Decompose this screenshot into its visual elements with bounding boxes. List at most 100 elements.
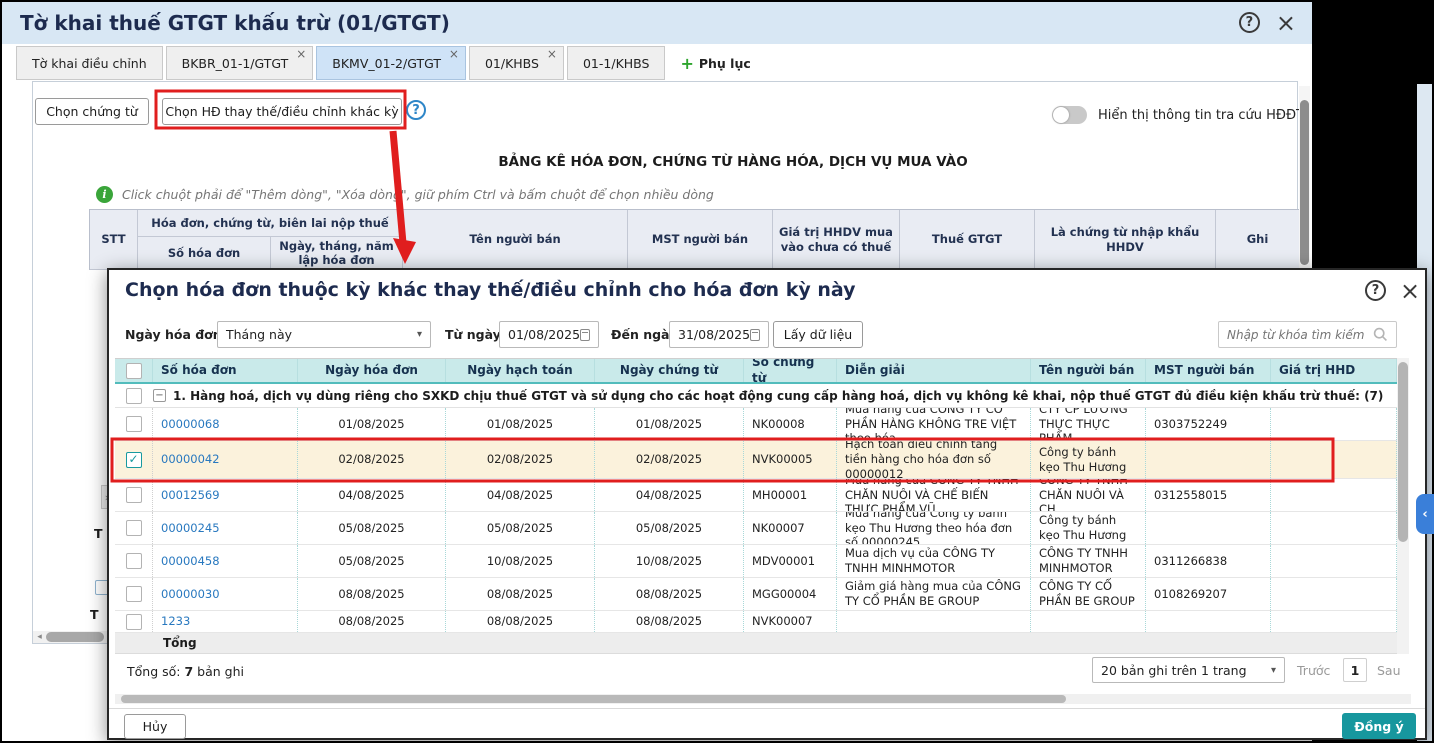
posting-date-cell: 10/08/2025 — [446, 545, 595, 577]
invoice-row[interactable]: 1233 08/08/2025 08/08/2025 08/08/2025 NV… — [115, 611, 1397, 633]
tab[interactable]: Tờ khai điều chỉnh — [16, 46, 163, 80]
invoice-row[interactable]: 00000030 08/08/2025 08/08/2025 08/08/202… — [115, 578, 1397, 611]
modal-vertical-scrollbar[interactable] — [1397, 358, 1409, 654]
modal-vertical-scrollbar-thumb[interactable] — [1398, 362, 1408, 542]
einvoice-lookup-toggle-label: Hiển thị thông tin tra cứu HĐĐT — [1098, 108, 1304, 123]
tab[interactable]: 01-1/KHBS — [567, 46, 665, 80]
window-titlebar: Tờ khai thuế GTGT khấu trừ (01/GTGT) ? × — [2, 2, 1312, 44]
select-all-checkbox[interactable] — [126, 363, 142, 379]
calendar-icon[interactable] — [750, 329, 760, 341]
load-data-button[interactable]: Lấy dữ liệu — [773, 321, 863, 348]
feature-help-icon[interactable]: ? — [406, 100, 426, 120]
tabs: Tờ khai điều chỉnh BKBR_01-1/GTGT × BKMV… — [16, 46, 668, 80]
close-icon[interactable]: × — [1276, 13, 1296, 33]
horizontal-scrollbar[interactable]: ◂ — [33, 631, 109, 643]
tax-code-cell — [1146, 512, 1271, 544]
clipped-text-fragment: T — [94, 526, 103, 541]
tab-close-icon[interactable]: × — [449, 48, 459, 60]
row-checkbox[interactable] — [126, 586, 142, 602]
invoice-row[interactable]: 00000458 05/08/2025 10/08/2025 10/08/202… — [115, 545, 1397, 578]
period-select[interactable]: Tháng này ▾ — [217, 321, 431, 348]
toggle-knob — [1053, 107, 1069, 123]
invoice-number-link[interactable]: 00000030 — [161, 587, 220, 602]
invoice-date-cell: 05/08/2025 — [298, 512, 446, 544]
tax-code-cell: 0108269207 — [1146, 578, 1271, 610]
seller-name-cell — [1031, 611, 1146, 632]
ok-button[interactable]: Đồng ý — [1342, 713, 1416, 739]
search-input[interactable] — [1227, 328, 1373, 342]
tab-label: BKBR_01-1/GTGT — [182, 56, 289, 71]
group-row[interactable]: − 1. Hàng hoá, dịch vụ dùng riêng cho SX… — [115, 384, 1397, 408]
modal-horizontal-scrollbar[interactable] — [115, 694, 1411, 704]
column-import: Là chứng từ nhập khẩu HHDV — [1035, 210, 1216, 270]
description-cell: Mua hàng của CÔNG TY TNHH CHĂN NUÔI VÀ C… — [837, 479, 1031, 511]
value-cell — [1271, 611, 1397, 632]
select-documents-button[interactable]: Chọn chứng từ — [35, 98, 149, 125]
col-value: Giá trị HHD — [1271, 359, 1397, 382]
tab[interactable]: BKBR_01-1/GTGT × — [166, 46, 314, 80]
invoice-row[interactable]: 00000245 05/08/2025 05/08/2025 05/08/202… — [115, 512, 1397, 545]
row-checkbox[interactable] — [126, 487, 142, 503]
tab-close-icon[interactable]: × — [296, 48, 306, 60]
vertical-scrollbar-thumb[interactable] — [1300, 100, 1309, 265]
seller-name-cell: CÔNG TY TNHH CHĂN NUÔI VÀ CH... — [1031, 479, 1146, 511]
add-icon: + — [680, 54, 693, 73]
column-seller: Tên người bán — [403, 210, 628, 270]
select-invoice-modal: Chọn hóa đơn thuộc kỳ khác thay thế/điều… — [107, 268, 1427, 740]
cancel-button[interactable]: Hủy — [124, 714, 186, 739]
group-checkbox[interactable] — [126, 388, 142, 404]
modal-help-icon[interactable]: ? — [1365, 280, 1386, 301]
next-page-button[interactable]: Sau — [1377, 663, 1401, 678]
invoice-row[interactable]: 00000068 01/08/2025 01/08/2025 01/08/202… — [115, 408, 1397, 441]
window-title: Tờ khai thuế GTGT khấu trừ (01/GTGT) — [20, 11, 450, 35]
document-date-cell: 10/08/2025 — [595, 545, 744, 577]
invoice-number-link[interactable]: 00000458 — [161, 554, 220, 569]
modal-horizontal-scrollbar-thumb[interactable] — [121, 695, 1066, 703]
value-cell — [1271, 512, 1397, 544]
invoice-number-link[interactable]: 00000042 — [161, 452, 220, 467]
page-size-select[interactable]: 20 bản ghi trên 1 trang ▾ — [1092, 657, 1285, 683]
tab[interactable]: BKMV_01-2/GTGT × — [316, 46, 466, 80]
tab-label: 01-1/KHBS — [583, 56, 649, 71]
row-checkbox[interactable] — [126, 614, 142, 630]
tab-close-icon[interactable]: × — [547, 48, 557, 60]
scroll-left-icon[interactable]: ◂ — [33, 632, 46, 642]
modal-table-header: Số hóa đơn Ngày hóa đơn Ngày hạch toán N… — [115, 358, 1397, 384]
tax-code-cell: 0311266838 — [1146, 545, 1271, 577]
modal-close-icon[interactable]: × — [1400, 281, 1420, 301]
calendar-icon[interactable] — [580, 329, 590, 341]
footer-divider — [109, 708, 1425, 709]
help-icon[interactable]: ? — [1239, 12, 1260, 33]
horizontal-scrollbar-thumb[interactable] — [46, 632, 104, 642]
invoice-number-link[interactable]: 00000068 — [161, 417, 220, 432]
search-icon — [1373, 327, 1388, 342]
tab[interactable]: 01/KHBS × — [469, 46, 564, 80]
invoice-number-link[interactable]: 00000245 — [161, 521, 220, 536]
description-cell: Giảm giá hàng mua của CÔNG TY CỔ PHẦN BE… — [837, 578, 1031, 610]
select-invoice-other-period-button[interactable]: Chọn HĐ thay thế/điều chỉnh khác kỳ — [162, 98, 402, 125]
hint-text: Click chuột phải để "Thêm dòng", "Xóa dò… — [122, 187, 714, 202]
from-date-input[interactable]: 01/08/2025 — [499, 321, 599, 348]
row-checkbox[interactable] — [126, 416, 142, 432]
invoice-number-link[interactable]: 00012569 — [161, 488, 220, 503]
add-tab-button[interactable]: + Phụ lục — [668, 46, 762, 80]
collapse-icon[interactable]: − — [153, 389, 166, 402]
purchase-table-header: STT Hóa đơn, chứng từ, biên lai nộp thuế… — [89, 209, 1300, 270]
row-checkbox[interactable] — [126, 520, 142, 536]
invoice-row[interactable]: 00012569 04/08/2025 04/08/2025 04/08/202… — [115, 479, 1397, 512]
invoice-row[interactable]: ✓ 00000042 02/08/2025 02/08/2025 02/08/2… — [115, 441, 1397, 479]
invoice-number-link[interactable]: 1233 — [161, 614, 190, 629]
side-panel-handle[interactable]: ‹ — [1416, 494, 1434, 534]
current-page-box[interactable]: 1 — [1343, 658, 1367, 682]
to-date-input[interactable]: 31/08/2025 — [669, 321, 769, 348]
row-checkbox[interactable]: ✓ — [126, 452, 142, 468]
einvoice-lookup-toggle[interactable] — [1052, 106, 1087, 124]
search-box[interactable] — [1218, 321, 1397, 348]
tab-label: 01/KHBS — [485, 56, 539, 71]
info-icon: i — [96, 186, 113, 203]
row-checkbox[interactable] — [126, 553, 142, 569]
purchase-list-title: BẢNG KÊ HÓA ĐƠN, CHỨNG TỪ HÀNG HÓA, DỊCH… — [433, 154, 1033, 170]
prev-page-button[interactable]: Trước — [1297, 663, 1330, 678]
col-seller: Tên người bán — [1031, 359, 1146, 382]
page-size-value: 20 bản ghi trên 1 trang — [1101, 663, 1247, 678]
